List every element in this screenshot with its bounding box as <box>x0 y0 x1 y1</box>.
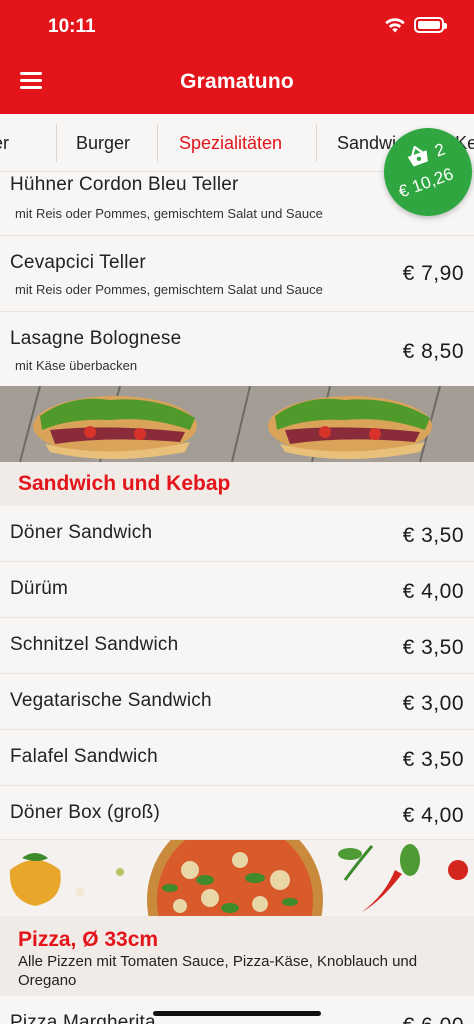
tab-divider <box>56 124 57 162</box>
cart-total: € 10,26 <box>396 164 456 202</box>
menu-item[interactable]: Döner Sandwich € 3,50 <box>0 506 474 562</box>
section-header-sandwich: Sandwich und Kebap <box>0 462 474 506</box>
menu-item-name: Döner Box (groß) <box>10 802 160 823</box>
menu-item[interactable]: Falafel Sandwich € 3,50 <box>0 730 474 786</box>
cart-item-count: 2 <box>432 139 448 161</box>
menu-item-price: € 8,50 <box>402 340 464 363</box>
menu-item-name: Vegatarische Sandwich <box>10 690 212 711</box>
menu-item-price: € 3,50 <box>402 636 464 659</box>
menu-item[interactable]: Döner Box (groß) € 4,00 <box>0 786 474 840</box>
section-header-pizza: Pizza, Ø 33cm Alle Pizzen mit Tomaten Sa… <box>0 916 474 996</box>
sandwich-banner-image <box>0 386 474 462</box>
tab-divider <box>157 124 158 162</box>
cart-badge-button[interactable]: 2 € 10,26 <box>384 128 472 216</box>
page-title: Gramatuno <box>180 70 294 93</box>
menu-item-name: Hühner Cordon Bleu Teller <box>10 174 239 195</box>
menu-item-name: Schnitzel Sandwich <box>10 634 179 655</box>
status-time: 10:11 <box>48 16 96 37</box>
menu-item[interactable]: Vegatarische Sandwich € 3,00 <box>0 674 474 730</box>
menu-item-price: € 4,00 <box>402 580 464 603</box>
menu-list[interactable]: Hühner Cordon Bleu Teller mit Reis oder … <box>0 172 474 1024</box>
menu-item-name: Pizza Margherita <box>10 1012 156 1024</box>
tab-divider <box>316 124 317 162</box>
menu-item[interactable]: Dürüm € 4,00 <box>0 562 474 618</box>
menu-item[interactable]: Cevapcici Teller mit Reis oder Pommes, g… <box>0 236 474 312</box>
menu-item-name: Falafel Sandwich <box>10 746 158 767</box>
pizza-banner-image <box>0 840 474 916</box>
menu-item-name: Dürüm <box>10 578 69 599</box>
menu-item-price: € 3,50 <box>402 524 464 547</box>
section-title: Pizza, Ø 33cm <box>18 928 159 951</box>
section-title: Sandwich und Kebap <box>18 472 231 495</box>
menu-item-name: Döner Sandwich <box>10 522 153 543</box>
app-header: 10:11 Gramatuno <box>0 0 474 114</box>
section-subtitle: Alle Pizzen mit Tomaten Sauce, Pizza-Käs… <box>18 953 418 989</box>
menu-item[interactable]: Pizza Margherita € 6,00 <box>0 996 474 1024</box>
status-icons <box>384 16 447 34</box>
tab-burger[interactable]: Burger <box>76 114 130 171</box>
shopping-basket-icon <box>407 145 428 167</box>
menu-item-price: € 3,50 <box>402 748 464 771</box>
wifi-icon <box>385 18 405 33</box>
menu-item-name: Cevapcici Teller <box>10 252 146 273</box>
home-indicator[interactable] <box>153 1011 321 1016</box>
menu-item-description: mit Käse überbacken <box>15 358 138 373</box>
menu-item[interactable]: Lasagne Bolognese mit Käse überbacken € … <box>0 312 474 388</box>
menu-item[interactable]: Schnitzel Sandwich € 3,50 <box>0 618 474 674</box>
menu-item-description: mit Reis oder Pommes, gemischtem Salat u… <box>15 282 323 297</box>
tab-spezialitaeten[interactable]: Spezialitäten <box>179 114 282 171</box>
tab-teller[interactable]: Teller <box>0 114 9 171</box>
menu-item-description: mit Reis oder Pommes, gemischtem Salat u… <box>15 206 323 221</box>
menu-item-name: Lasagne Bolognese <box>10 328 182 349</box>
menu-item-price: € 3,00 <box>402 692 464 715</box>
menu-item-price: € 6,00 <box>403 1014 464 1024</box>
battery-icon <box>414 17 447 33</box>
menu-item-price: € 4,00 <box>402 804 464 827</box>
menu-item-price: € 7,90 <box>402 262 464 285</box>
